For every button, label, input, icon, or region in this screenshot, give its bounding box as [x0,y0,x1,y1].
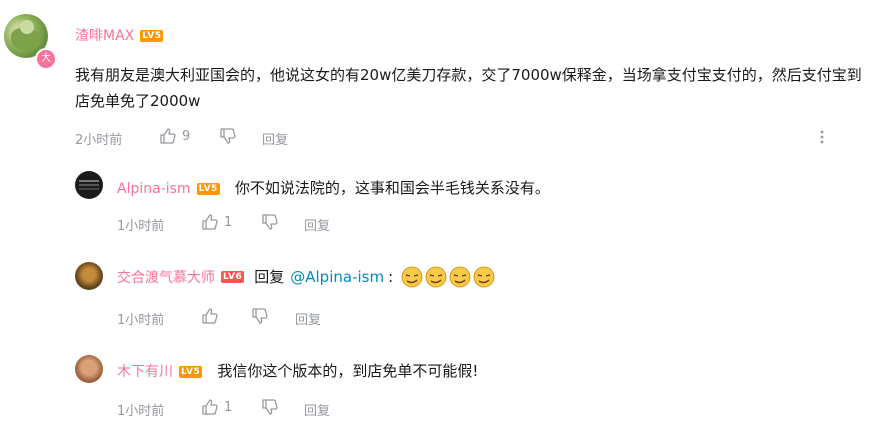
reply-time: 1小时前 [117,313,165,328]
level-badge: LV5 [196,182,220,195]
thumb-up-icon [159,127,177,145]
more-button[interactable] [818,128,826,146]
like-button[interactable]: 1 [201,213,232,231]
face-emoji [425,266,447,288]
reply-header: 交合渡气慕大师 LV6 回复 @Alpina-ism : [117,264,495,290]
like-button[interactable]: 1 [201,398,232,416]
dislike-button[interactable] [251,307,269,325]
mention-link[interactable]: @Alpina-ism [290,264,384,290]
thumb-up-icon [201,213,219,231]
like-count: 1 [224,214,233,230]
thumb-down-icon [261,213,279,231]
comment-content: 我有朋友是澳大利亚国会的，他说这女的有20w亿美刀存款，交了7000w保释金，当… [75,66,862,110]
avatar-image [79,180,99,182]
face-emoji [401,266,423,288]
face-emoji [449,266,471,288]
level-badge: LV6 [221,271,245,283]
avatar-badge: 大 [35,48,57,70]
reply-content: 你不如说法院的，这事和国会半毛钱关系没有。 [234,179,550,197]
thumb-down-icon [261,398,279,416]
reply-header: 木下有川 LV5 我信你这个版本的，到店免单不可能假! [117,358,478,384]
avatar-image-highlight [20,20,34,34]
like-button[interactable]: 9 [159,127,190,145]
reply-time: 1小时前 [117,219,165,234]
dislike-button[interactable] [219,127,237,145]
reply-prefix: 回复 [254,268,285,286]
avatar[interactable] [75,262,103,290]
reply-button[interactable]: 回复 [295,309,321,328]
reply-header: Alpina-ism LV5 你不如说法院的，这事和国会半毛钱关系没有。 [117,175,550,201]
reply-content: 我信你这个版本的，到店免单不可能假! [217,362,479,380]
avatar[interactable] [75,355,103,383]
reply-content: : [388,268,394,286]
level-badge: LV5 [140,29,164,42]
avatar[interactable] [75,171,103,199]
reply-button[interactable]: 回复 [304,215,330,234]
thumb-up-icon [201,307,219,325]
reply-button[interactable]: 回复 [304,400,330,419]
emoji-group [399,266,495,288]
like-count: 1 [224,399,233,415]
level-badge: LV5 [179,365,203,378]
like-button[interactable] [201,307,224,325]
thumb-down-icon [219,127,237,145]
reply-time: 1小时前 [117,404,165,419]
comment-header: 渣啡MAX LV5 [75,25,164,45]
dislike-button[interactable] [261,213,279,231]
face-emoji [473,266,495,288]
comment-time: 2小时前 [75,133,123,148]
username[interactable]: Alpina-ism [117,181,191,197]
reply-button[interactable]: 回复 [262,129,288,148]
thumb-up-icon [201,398,219,416]
username[interactable]: 渣啡MAX [75,28,134,44]
thumb-down-icon [251,307,269,325]
more-vertical-icon [818,128,826,146]
like-count: 9 [182,128,191,144]
avatar[interactable]: 大 [4,14,57,70]
username[interactable]: 木下有川 [117,364,173,380]
username[interactable]: 交合渡气慕大师 [117,267,215,287]
dislike-button[interactable] [261,398,279,416]
